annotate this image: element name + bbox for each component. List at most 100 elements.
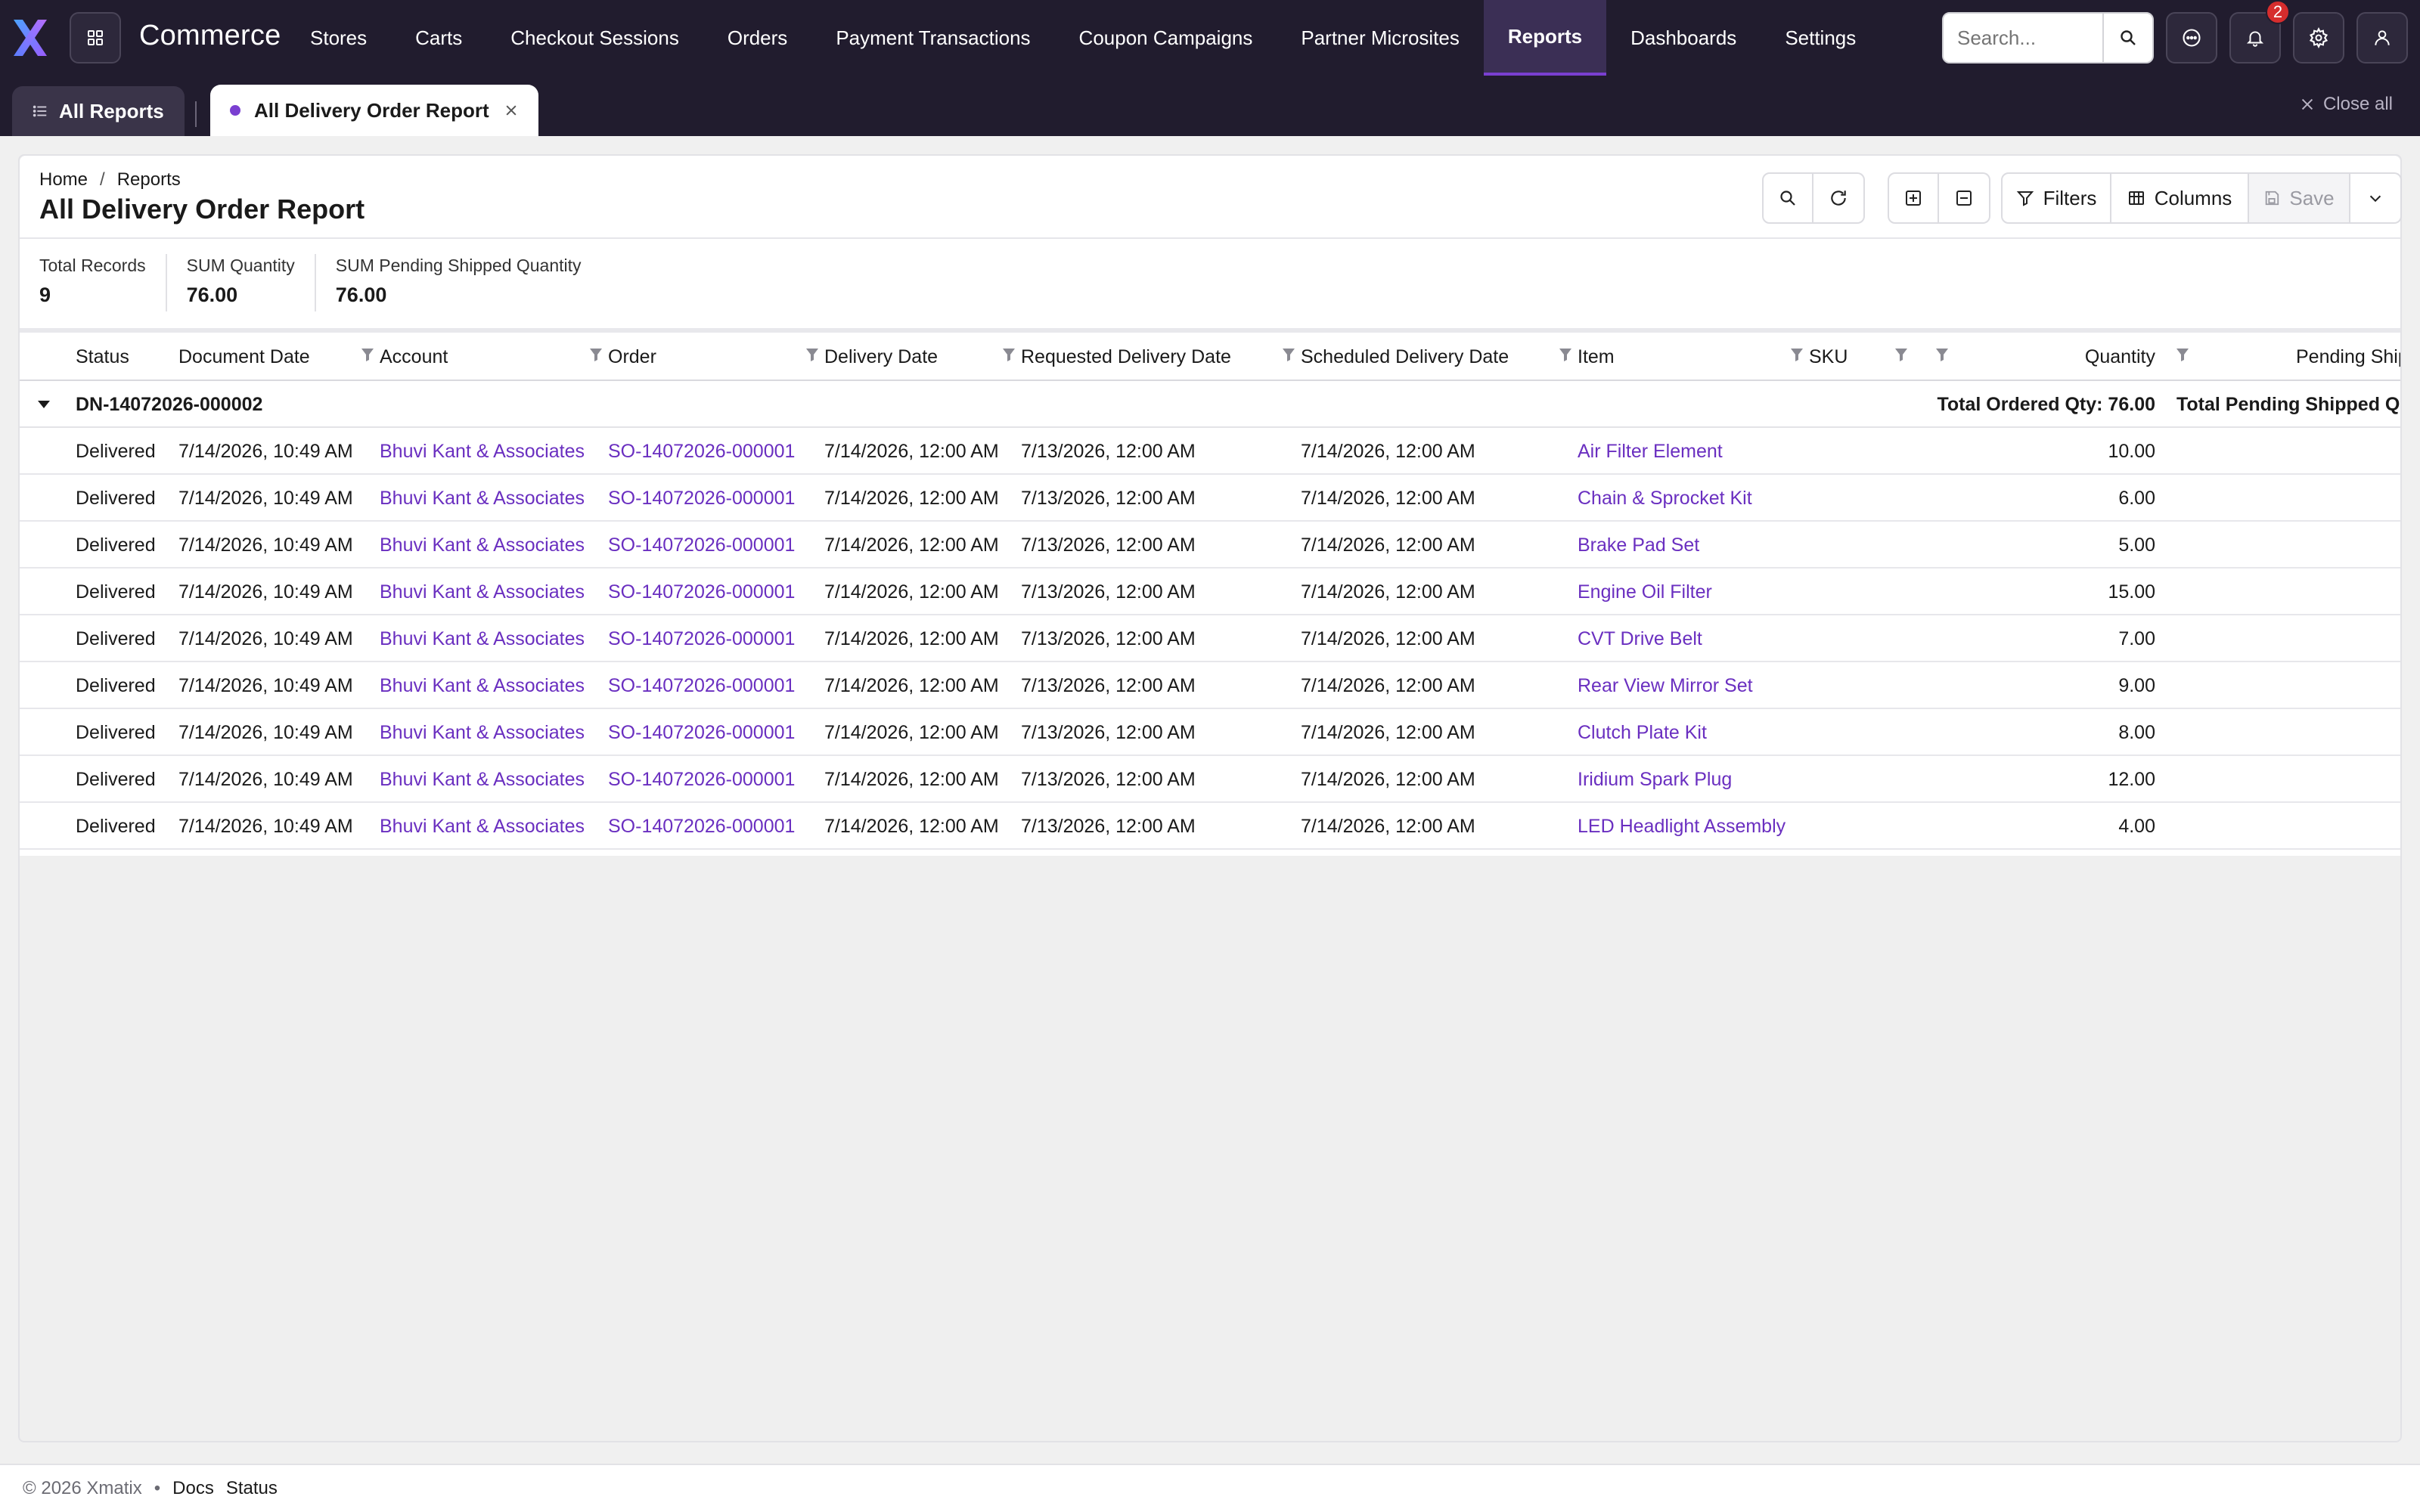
cell-order-link[interactable]: SO-14072026-000001 <box>608 615 795 662</box>
refresh-button[interactable] <box>1813 172 1865 224</box>
nav-item-carts[interactable]: Carts <box>391 0 486 76</box>
cell-requested-delivery-date: 7/13/2026, 12:00 AM <box>1021 768 1196 790</box>
cell-item-link[interactable]: Clutch Plate Kit <box>1578 709 1707 756</box>
column-header-pending-shipped[interactable]: Pending Shipp <box>2296 333 2400 381</box>
column-header-delivery-date[interactable]: Delivery Date <box>824 333 938 381</box>
report-tab-bar: All Reports All Delivery Order Report Cl… <box>0 76 2420 136</box>
cell-item-link[interactable]: Engine Oil Filter <box>1578 569 1712 615</box>
cell-item-link[interactable]: Chain & Sprocket Kit <box>1578 475 1752 522</box>
cell-account-link[interactable]: Bhuvi Kant & Associates <box>380 662 585 709</box>
stat-label: Total Records <box>39 256 146 275</box>
search-report-button[interactable] <box>1762 172 1813 224</box>
stat-value: 76.00 <box>186 284 238 306</box>
logo-x-icon[interactable] <box>9 17 51 59</box>
table-row: Delivered 7/14/2026, 10:49 AM Bhuvi Kant &… <box>20 615 2400 662</box>
cell-account-link[interactable]: Bhuvi Kant & Associates <box>380 522 585 569</box>
user-menu-button[interactable] <box>2356 12 2408 64</box>
column-header-account[interactable]: Account <box>380 333 448 381</box>
settings-button[interactable] <box>2293 12 2344 64</box>
cell-delivery-date: 7/14/2026, 12:00 AM <box>824 815 999 837</box>
column-header-requested-delivery-date[interactable]: Requested Delivery Date <box>1021 333 1231 381</box>
column-header-status[interactable]: Status <box>76 333 129 381</box>
cell-account-link[interactable]: Bhuvi Kant & Associates <box>380 569 585 615</box>
expand-all-button[interactable] <box>1888 172 1939 224</box>
cell-item-link[interactable]: Rear View Mirror Set <box>1578 662 1753 709</box>
funnel-icon[interactable] <box>1001 346 1016 363</box>
column-header-item[interactable]: Item <box>1578 333 1615 381</box>
apps-grid-button[interactable] <box>70 12 121 64</box>
nav-item-coupon-campaigns[interactable]: Coupon Campaigns <box>1055 0 1277 76</box>
active-tab-dot <box>230 105 240 116</box>
more-options-button[interactable] <box>2350 172 2402 224</box>
tab-all-reports[interactable]: All Reports <box>12 86 185 136</box>
chat-icon <box>2181 27 2202 48</box>
filter-icon <box>2016 189 2034 207</box>
funnel-icon[interactable] <box>1934 346 1950 363</box>
cell-item-link[interactable]: CVT Drive Belt <box>1578 615 1702 662</box>
caret-down-icon[interactable] <box>35 381 53 428</box>
tab-all-delivery-order-report[interactable]: All Delivery Order Report <box>210 85 538 136</box>
funnel-icon[interactable] <box>2175 346 2190 363</box>
cell-delivery-date: 7/14/2026, 12:00 AM <box>824 534 999 556</box>
footer-status-link[interactable]: Status <box>226 1478 278 1499</box>
funnel-icon[interactable] <box>1894 346 1909 363</box>
filters-button[interactable]: Filters <box>2001 172 2111 224</box>
footer: © 2026 Xmatix • Docs Status <box>0 1464 2420 1512</box>
nav-item-payment-transactions[interactable]: Payment Transactions <box>811 0 1054 76</box>
funnel-icon[interactable] <box>360 346 375 363</box>
funnel-icon[interactable] <box>1558 346 1573 363</box>
search-input[interactable] <box>1944 14 2102 62</box>
group-total-ordered: Total Ordered Qty: 76.00 <box>1937 393 2155 415</box>
cell-order-link[interactable]: SO-14072026-000001 <box>608 522 795 569</box>
nav-item-partner-microsites[interactable]: Partner Microsites <box>1277 0 1484 76</box>
cell-order-link[interactable]: SO-14072026-000001 <box>608 756 795 803</box>
cell-account-link[interactable]: Bhuvi Kant & Associates <box>380 475 585 522</box>
cell-quantity: 8.00 <box>2118 721 2155 743</box>
breadcrumb-home[interactable]: Home <box>39 169 88 191</box>
cell-status: Delivered <box>76 674 156 696</box>
nav-item-settings[interactable]: Settings <box>1761 0 1880 76</box>
close-all-button[interactable]: Close all <box>2299 94 2393 115</box>
cell-order-link[interactable]: SO-14072026-000001 <box>608 569 795 615</box>
funnel-icon[interactable] <box>588 346 603 363</box>
nav-item-dashboards[interactable]: Dashboards <box>1606 0 1761 76</box>
cell-account-link[interactable]: Bhuvi Kant & Associates <box>380 428 585 475</box>
cell-item-link[interactable]: Brake Pad Set <box>1578 522 1699 569</box>
cell-order-link[interactable]: SO-14072026-000001 <box>608 709 795 756</box>
collapse-all-button[interactable] <box>1939 172 1990 224</box>
cell-account-link[interactable]: Bhuvi Kant & Associates <box>380 709 585 756</box>
cell-order-link[interactable]: SO-14072026-000001 <box>608 803 795 850</box>
nav-item-checkout-sessions[interactable]: Checkout Sessions <box>486 0 703 76</box>
nav-item-stores[interactable]: Stores <box>286 0 391 76</box>
funnel-icon[interactable] <box>1281 346 1296 363</box>
column-header-scheduled-delivery-date[interactable]: Scheduled Delivery Date <box>1301 333 1509 381</box>
toolbar-group-1 <box>1762 172 1865 224</box>
cell-account-link[interactable]: Bhuvi Kant & Associates <box>380 756 585 803</box>
breadcrumb-reports[interactable]: Reports <box>117 169 181 191</box>
cell-item-link[interactable]: Air Filter Element <box>1578 428 1723 475</box>
footer-docs-link[interactable]: Docs <box>172 1478 214 1499</box>
tab-close-icon[interactable] <box>504 103 519 118</box>
cell-account-link[interactable]: Bhuvi Kant & Associates <box>380 615 585 662</box>
funnel-icon[interactable] <box>805 346 820 363</box>
nav-item-orders[interactable]: Orders <box>703 0 811 76</box>
funnel-icon[interactable] <box>1789 346 1804 363</box>
chat-button[interactable] <box>2166 12 2217 64</box>
cell-order-link[interactable]: SO-14072026-000001 <box>608 475 795 522</box>
cell-item-link[interactable]: Iridium Spark Plug <box>1578 756 1732 803</box>
save-button[interactable]: Save <box>2249 172 2350 224</box>
cell-item-link[interactable]: LED Headlight Assembly <box>1578 803 1786 850</box>
column-header-order[interactable]: Order <box>608 333 656 381</box>
cell-status: Delivered <box>76 534 156 556</box>
column-header-sku[interactable]: SKU <box>1809 333 1848 381</box>
search-button[interactable] <box>2102 14 2152 62</box>
column-header-quantity[interactable]: Quantity <box>1986 333 2155 381</box>
column-header-document-date[interactable]: Document Date <box>178 333 310 381</box>
cell-order-link[interactable]: SO-14072026-000001 <box>608 662 795 709</box>
columns-button[interactable]: Columns <box>2111 172 2249 224</box>
cell-order-link[interactable]: SO-14072026-000001 <box>608 428 795 475</box>
table-header-row: Status Document Date Account Order Deliv… <box>20 333 2400 381</box>
group-row[interactable]: DN-14072026-000002 Total Ordered Qty: 76… <box>20 381 2400 428</box>
nav-item-reports[interactable]: Reports <box>1483 0 1607 76</box>
cell-account-link[interactable]: Bhuvi Kant & Associates <box>380 803 585 850</box>
